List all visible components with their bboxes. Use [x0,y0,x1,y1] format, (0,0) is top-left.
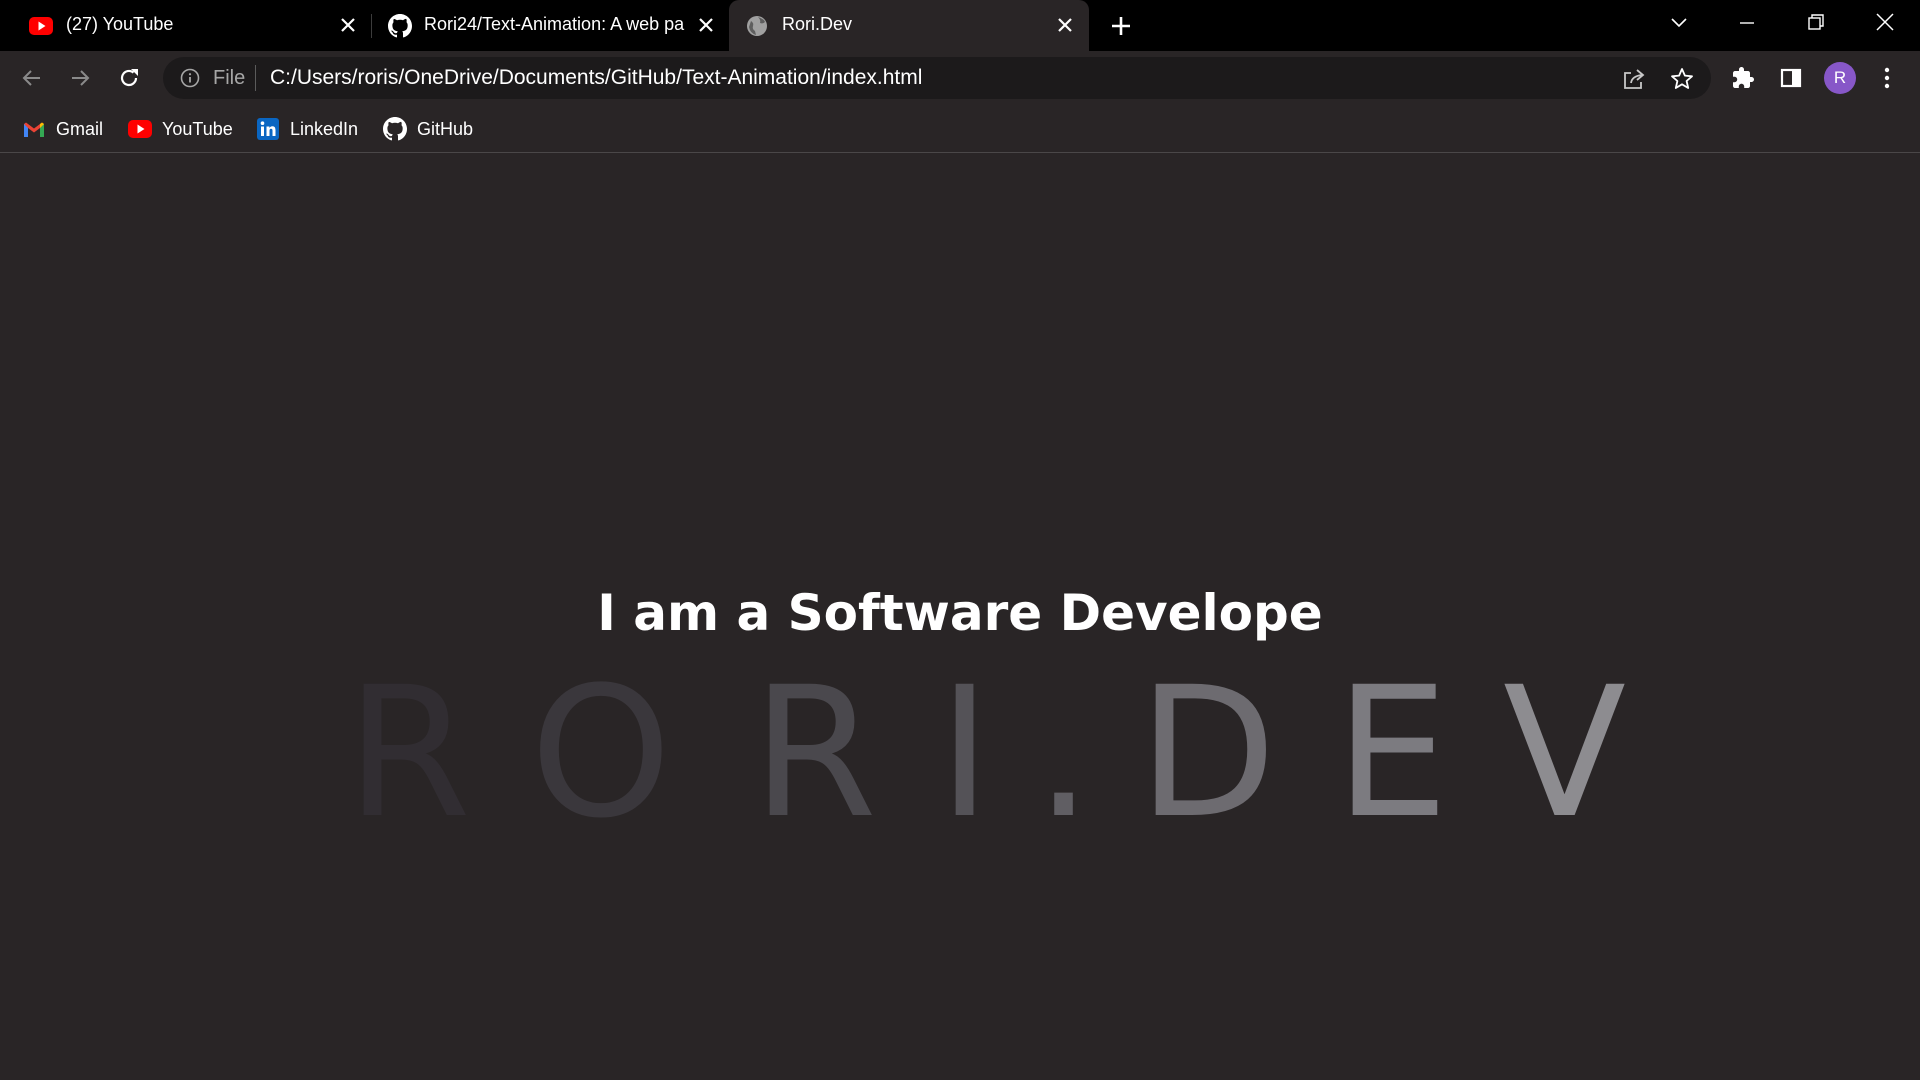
bookmarks-bar: Gmail YouTube LinkedIn GitHub [0,106,1920,153]
animated-tagline: I am a Software Develope [597,584,1323,642]
tab-youtube[interactable]: (27) YouTube [0,0,370,51]
bookmark-star-icon[interactable] [1668,65,1696,93]
brand-wordmark: R O R I . D E V [0,649,1920,858]
close-tab-icon[interactable] [336,13,360,37]
brand-letter: E [1335,649,1449,858]
brand-letter: V [1503,649,1627,858]
linkedin-icon [256,117,280,141]
site-info-icon[interactable] [178,66,202,90]
brand-letter: . [1035,649,1093,858]
tab-strip: (27) YouTube Rori24/Text-Animation: A we… [0,0,1920,51]
page-viewport: I am a Software Develope R O R I . D E V [0,154,1920,1080]
restore-icon[interactable] [1799,8,1833,36]
bookmark-github[interactable]: GitHub [383,115,473,143]
bookmark-label: LinkedIn [290,118,359,139]
new-tab-icon[interactable] [1107,12,1135,40]
brand-letter: R [346,649,472,858]
bookmark-label: YouTube [162,118,233,139]
tab-github-repo[interactable]: Rori24/Text-Animation: A web pa [372,0,729,51]
tab-title: Rori24/Text-Animation: A web pa [424,14,685,34]
bookmark-gmail[interactable]: Gmail [22,115,103,143]
gmail-icon [22,117,46,141]
profile-avatar[interactable]: R [1824,62,1856,94]
globe-icon [745,15,769,37]
side-panel-icon[interactable] [1775,62,1807,94]
tab-search-chevron-icon[interactable] [1662,8,1696,36]
github-icon [383,117,407,141]
more-menu-icon[interactable] [1871,62,1903,94]
forward-arrow-icon[interactable] [64,62,96,94]
reload-icon[interactable] [113,62,145,94]
bookmark-youtube[interactable]: YouTube [128,115,233,143]
tab-title: (27) YouTube [66,14,174,34]
brand-letter: R [752,649,878,858]
browser-toolbar: File C:/Users/roris/OneDrive/Documents/G… [0,51,1920,106]
close-tab-icon[interactable] [1053,13,1077,37]
youtube-icon [128,117,152,141]
youtube-icon [29,15,53,37]
address-bar[interactable]: File C:/Users/roris/OneDrive/Documents/G… [163,57,1711,99]
github-icon [388,14,412,38]
bookmark-label: Gmail [56,118,104,139]
close-window-icon[interactable] [1868,8,1902,36]
close-tab-icon[interactable] [694,13,718,37]
minimize-icon[interactable] [1730,8,1764,36]
extensions-puzzle-icon[interactable] [1727,62,1759,94]
brand-letter: D [1138,649,1277,858]
omnibox-divider [255,65,256,91]
brand-letter: I [938,649,992,858]
brand-letter: O [530,649,672,858]
url-text[interactable]: C:/Users/roris/OneDrive/Documents/GitHub… [270,66,922,90]
bookmark-label: GitHub [417,118,474,139]
back-arrow-icon[interactable] [16,62,48,94]
scheme-label: File [213,67,246,89]
share-icon[interactable] [1620,65,1648,93]
tab-rori-dev[interactable]: Rori.Dev [729,0,1089,51]
bookmark-linkedin[interactable]: LinkedIn [256,115,358,143]
tab-title: Rori.Dev [782,14,853,34]
